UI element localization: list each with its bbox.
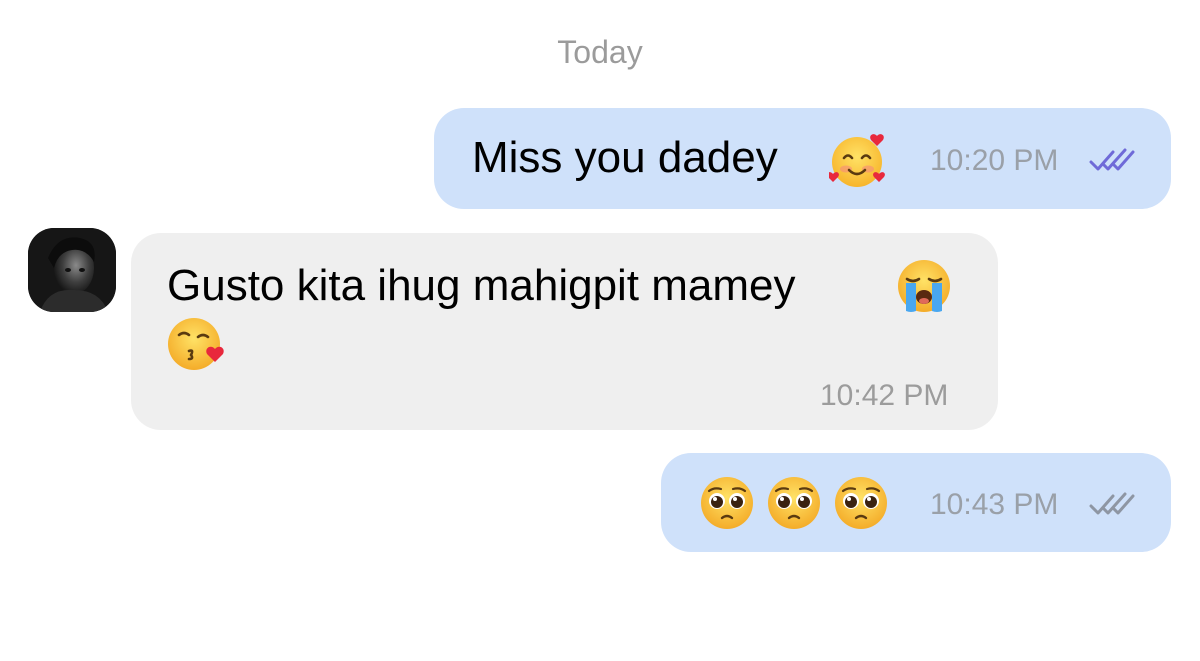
message-bubble-outgoing[interactable]: Miss you dadey 10:20 PM [434, 108, 1171, 209]
message-text: Miss you dadey [472, 133, 778, 182]
smiling-face-with-hearts-icon [827, 130, 889, 190]
contact-avatar[interactable] [28, 228, 116, 312]
pleading-face-icon [833, 475, 889, 531]
read-receipt-icon [1089, 148, 1135, 174]
delivered-receipt-icon [1089, 492, 1135, 518]
date-separator: Today [557, 34, 643, 70]
message-timestamp: 10:20 PM [930, 144, 1059, 177]
message-timestamp: 10:43 PM [930, 488, 1059, 521]
message-text: Gusto kita ihug mahigpit mamey [167, 261, 796, 310]
pleading-face-icon [766, 475, 822, 531]
face-blowing-a-kiss-icon [167, 315, 227, 373]
message-timestamp: 10:42 PM [820, 379, 949, 412]
pleading-face-icon [699, 475, 755, 531]
loudly-crying-face-icon [895, 257, 953, 315]
message-bubble-outgoing[interactable]: 10:43 PM [661, 453, 1171, 552]
message-bubble-incoming[interactable]: Gusto kita ihug mahigpit mamey 10:42 PM [131, 233, 998, 430]
